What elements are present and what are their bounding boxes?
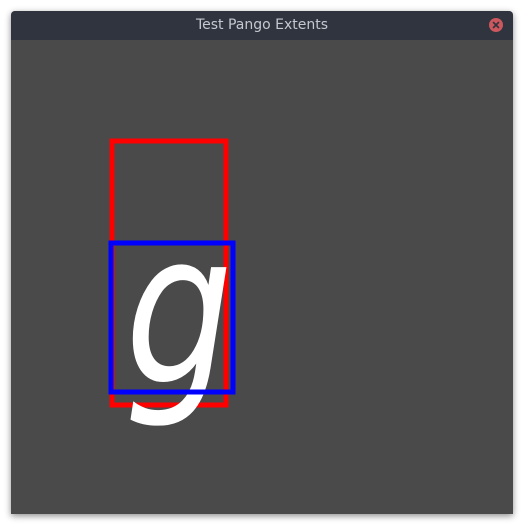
app-window: Test Pango Extents g bbox=[11, 11, 513, 514]
close-icon bbox=[492, 21, 500, 29]
glyph-g: g bbox=[125, 187, 233, 432]
titlebar[interactable]: Test Pango Extents bbox=[11, 11, 513, 40]
extents-canvas: g bbox=[108, 138, 236, 432]
drawing-area: g bbox=[11, 40, 513, 514]
close-button[interactable] bbox=[489, 18, 503, 32]
window-title: Test Pango Extents bbox=[195, 17, 329, 33]
